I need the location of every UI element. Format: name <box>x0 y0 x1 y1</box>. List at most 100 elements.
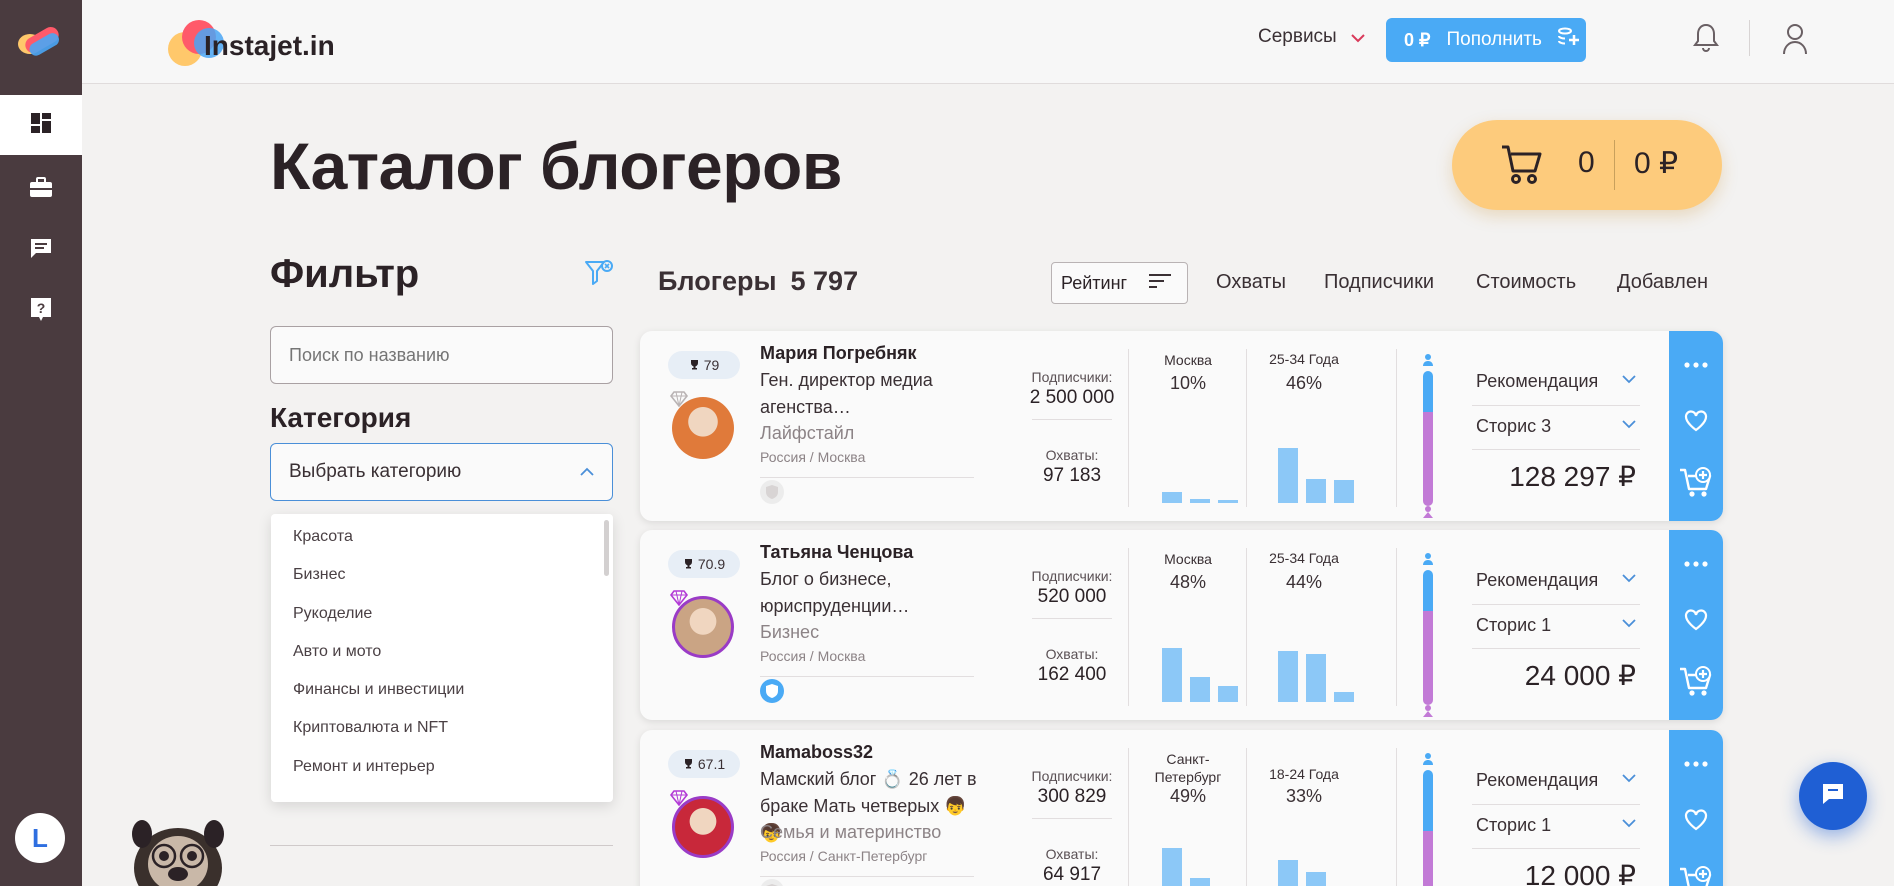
column-divider <box>1246 548 1247 706</box>
age-bar <box>1306 654 1326 702</box>
sort-added[interactable]: Добавлен <box>1617 271 1708 294</box>
reach-value: 97 183 <box>1042 465 1102 486</box>
user-icon[interactable] <box>1782 22 1808 56</box>
sort-cost[interactable]: Стоимость <box>1476 271 1576 294</box>
bloggers-title-label: Блогеры <box>658 266 777 296</box>
chat-icon <box>29 237 53 264</box>
add-to-cart-icon[interactable] <box>1669 860 1723 886</box>
sort-rating-button[interactable]: Рейтинг <box>1051 262 1188 304</box>
nav-campaigns[interactable] <box>0 160 82 220</box>
blogger-card[interactable]: 67.1 Mamaboss32 Мамский блог 💍 26 лет в … <box>640 730 1723 886</box>
heart-icon[interactable] <box>1669 598 1723 642</box>
blogger-card[interactable]: 79 Мария Погребняк Ген. директор медиа а… <box>640 331 1723 521</box>
category-title: Категория <box>270 402 412 433</box>
more-icon[interactable] <box>1669 542 1723 586</box>
blogger-category: Семья и материнство <box>760 822 942 842</box>
price-value: 24 000 ₽ <box>1524 660 1636 691</box>
select-divider <box>1472 804 1640 805</box>
heart-icon[interactable] <box>1669 399 1723 443</box>
category-option[interactable]: Авто и мото <box>271 633 613 671</box>
geo-bar <box>1190 676 1210 702</box>
nav-dashboard[interactable] <box>0 95 82 155</box>
brand-logo[interactable]: Instajet.in <box>168 18 368 68</box>
category-select-label: Выбрать категорию <box>289 461 462 482</box>
column-divider <box>1396 349 1397 507</box>
recommendation-select[interactable]: Рекомендация <box>1476 371 1636 392</box>
age-bar <box>1306 479 1326 503</box>
column-divider <box>1396 748 1397 886</box>
reach-label: Охваты: <box>1045 646 1099 662</box>
user-avatar[interactable]: L <box>15 813 65 863</box>
blogger-card[interactable]: 70.9 Татьяна Ченцова Блог о бизнесе, юри… <box>640 530 1723 720</box>
verified-icon <box>760 879 784 886</box>
nav-help[interactable]: ? <box>0 282 82 342</box>
category-select[interactable]: Выбрать категорию <box>270 443 613 501</box>
male-icon <box>1421 353 1435 367</box>
column-divider <box>1128 349 1129 507</box>
more-icon[interactable] <box>1669 742 1723 786</box>
age-bar <box>1334 692 1354 702</box>
rating-badge: 70.9 <box>668 550 740 578</box>
topup-button[interactable]: 0 ₽ Пополнить <box>1386 18 1586 62</box>
card-actions <box>1669 331 1723 521</box>
blogger-name[interactable]: Татьяна Ченцова <box>760 542 913 563</box>
price-value: 12 000 ₽ <box>1524 860 1636 886</box>
geo-percent: 48% <box>1169 572 1207 592</box>
sort-subscribers[interactable]: Подписчики <box>1324 271 1434 294</box>
support-chat-button[interactable] <box>1799 762 1867 830</box>
chevron-down-icon <box>1351 27 1365 48</box>
heart-icon[interactable] <box>1669 798 1723 842</box>
blogger-avatar[interactable] <box>672 397 734 459</box>
gender-bar <box>1423 570 1433 705</box>
verified-icon <box>760 679 784 703</box>
bell-icon[interactable] <box>1692 22 1720 54</box>
card-divider <box>760 477 974 478</box>
category-option[interactable]: Ремонт и интерьер <box>271 748 613 786</box>
add-to-cart-icon[interactable] <box>1669 660 1723 704</box>
blogger-avatar[interactable] <box>672 596 734 658</box>
geo-bar <box>1162 492 1182 503</box>
app-logo-icon[interactable] <box>14 20 64 60</box>
category-option[interactable]: Бизнес <box>271 556 613 594</box>
chevron-down-icon <box>1622 615 1636 636</box>
chevron-down-icon <box>1622 416 1636 437</box>
geo-percent: 10% <box>1169 373 1207 393</box>
cart-button[interactable]: 0 0 ₽ <box>1452 120 1722 210</box>
subscribers-label: Подписчики: <box>1031 369 1113 385</box>
select-divider <box>1472 405 1640 406</box>
reach-label: Охваты: <box>1045 447 1099 463</box>
recommendation-select[interactable]: Рекомендация <box>1476 570 1636 591</box>
search-input[interactable] <box>270 326 613 384</box>
category-option[interactable]: Красота <box>271 518 613 556</box>
sort-rating-label: Рейтинг <box>1061 272 1128 293</box>
services-menu[interactable]: Сервисы <box>1258 26 1365 48</box>
format-label: Сторис 1 <box>1476 815 1552 835</box>
category-option[interactable]: Рукоделие <box>271 595 613 633</box>
recommendation-select[interactable]: Рекомендация <box>1476 770 1636 791</box>
more-icon[interactable] <box>1669 343 1723 387</box>
category-option[interactable]: Финансы и инвестиции <box>271 671 613 709</box>
card-divider <box>760 676 974 677</box>
recommendation-label: Рекомендация <box>1476 770 1599 790</box>
format-select[interactable]: Сторис 1 <box>1476 815 1636 836</box>
sort-reach[interactable]: Охваты <box>1216 271 1286 294</box>
filter-title: Фильтр <box>270 252 420 296</box>
cart-sum: 0 ₽ <box>1634 147 1679 180</box>
nav-messages[interactable] <box>0 220 82 280</box>
add-to-cart-icon[interactable] <box>1669 461 1723 505</box>
blogger-avatar[interactable] <box>672 796 734 858</box>
category-option[interactable]: Криптовалюта и NFT <box>271 709 613 747</box>
rating-value: 67.1 <box>697 756 726 772</box>
format-select[interactable]: Сторис 3 <box>1476 416 1636 437</box>
trophy-icon <box>683 756 694 772</box>
blogger-name[interactable]: Мария Погребняк <box>760 343 917 364</box>
age-bar <box>1334 480 1354 503</box>
filter-reset-icon[interactable] <box>584 258 614 290</box>
blogger-name[interactable]: Mamaboss32 <box>760 742 873 763</box>
rating-badge: 67.1 <box>668 750 740 778</box>
blogger-description: Ген. директор медиа агенства… <box>760 370 933 417</box>
dropdown-scrollbar[interactable] <box>604 520 609 576</box>
filter-divider <box>270 845 613 846</box>
format-select[interactable]: Сторис 1 <box>1476 615 1636 636</box>
geo-bar <box>1162 848 1182 886</box>
